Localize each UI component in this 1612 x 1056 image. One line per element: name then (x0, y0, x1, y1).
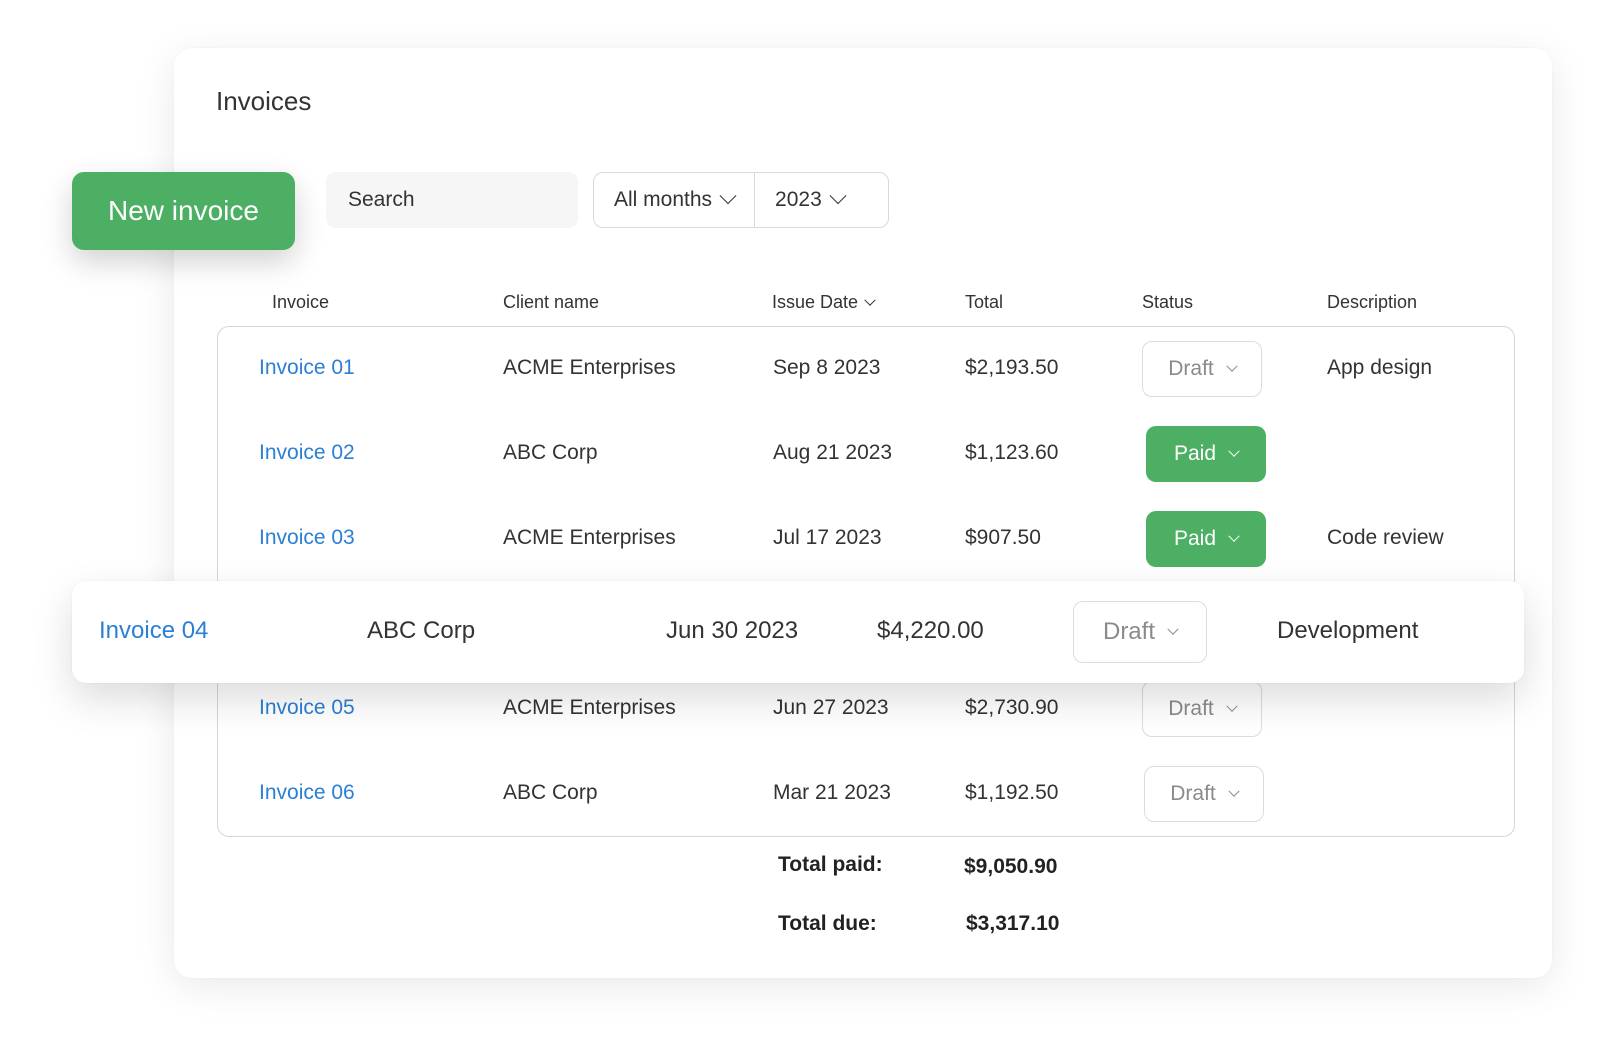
client-name: ACME Enterprises (503, 356, 676, 379)
chevron-down-icon (829, 187, 847, 205)
header-issue-date[interactable]: Issue Date (772, 292, 876, 313)
invoice-link[interactable]: Invoice 05 (259, 696, 355, 720)
status-dropdown[interactable]: Draft (1142, 341, 1262, 397)
status-label: Paid (1173, 442, 1217, 465)
total-due-label: Total due: (778, 912, 877, 935)
invoice-link[interactable]: Invoice 06 (259, 781, 355, 805)
search-input[interactable] (326, 172, 578, 228)
status-label: Draft (1168, 357, 1214, 380)
description: Development (1277, 617, 1419, 644)
invoice-link[interactable]: Invoice 02 (259, 441, 355, 465)
status-dropdown[interactable]: Draft (1142, 681, 1262, 737)
sort-chevron-icon (864, 294, 876, 306)
header-issue-date-label: Issue Date (772, 292, 859, 312)
header-client: Client name (503, 292, 600, 312)
chevron-down-icon (719, 187, 737, 205)
client-name: ABC Corp (503, 781, 598, 804)
chevron-down-icon (1228, 530, 1240, 542)
total: $2,730.90 (965, 696, 1059, 719)
header-invoice: Invoice (272, 292, 330, 312)
invoice-link[interactable]: Invoice 03 (259, 526, 355, 550)
status-dropdown[interactable]: Paid (1146, 426, 1266, 482)
header-total: Total (965, 292, 1004, 312)
new-invoice-button[interactable]: New invoice (72, 172, 295, 250)
invoice-link[interactable]: Invoice 01 (259, 356, 355, 380)
header-status: Status (1142, 292, 1194, 312)
total-paid-label: Total paid: (778, 853, 883, 876)
status-dropdown[interactable]: Paid (1146, 511, 1266, 567)
status-dropdown[interactable]: Draft (1144, 766, 1264, 822)
chevron-down-icon (1228, 445, 1240, 457)
total-due-value: $3,317.10 (966, 912, 1060, 935)
invoice-link[interactable]: Invoice 04 (99, 617, 208, 645)
page-title: Invoices (216, 86, 312, 116)
issue-date: Aug 21 2023 (773, 441, 893, 464)
chevron-down-icon (1226, 360, 1238, 372)
header-description: Description (1327, 292, 1418, 312)
client-name: ABC Corp (367, 617, 476, 644)
client-name: ACME Enterprises (503, 696, 676, 719)
total: $1,192.50 (965, 781, 1059, 804)
total: $2,193.50 (965, 356, 1059, 379)
month-filter-value: All months (614, 188, 713, 211)
table-row-highlighted[interactable]: Invoice 04 ABC Corp Jun 30 2023 $4,220.0… (72, 581, 1524, 683)
total-paid-value: $9,050.90 (964, 855, 1058, 878)
month-filter-dropdown[interactable]: All months (594, 173, 754, 227)
description: Code review (1327, 526, 1444, 549)
issue-date: Jun 27 2023 (773, 696, 889, 719)
client-name: ACME Enterprises (503, 526, 676, 549)
total: $1,123.60 (965, 441, 1059, 464)
year-filter-dropdown[interactable]: 2023 (754, 173, 864, 227)
status-dropdown[interactable]: Draft (1073, 601, 1207, 663)
chevron-down-icon (1228, 785, 1240, 797)
date-filters: All months 2023 (593, 172, 889, 228)
issue-date: Sep 8 2023 (773, 356, 881, 379)
status-label: Draft (1168, 697, 1214, 720)
issue-date: Jun 30 2023 (666, 617, 799, 644)
total: $4,220.00 (877, 617, 984, 644)
chevron-down-icon (1226, 700, 1238, 712)
issue-date: Mar 21 2023 (773, 781, 891, 804)
chevron-down-icon (1167, 623, 1179, 635)
total: $907.50 (965, 526, 1041, 549)
status-label: Paid (1173, 527, 1217, 550)
description: App design (1327, 356, 1433, 379)
status-label: Draft (1102, 618, 1155, 645)
status-label: Draft (1170, 782, 1216, 805)
year-filter-value: 2023 (775, 188, 822, 211)
client-name: ABC Corp (503, 441, 598, 464)
issue-date: Jul 17 2023 (773, 526, 882, 549)
